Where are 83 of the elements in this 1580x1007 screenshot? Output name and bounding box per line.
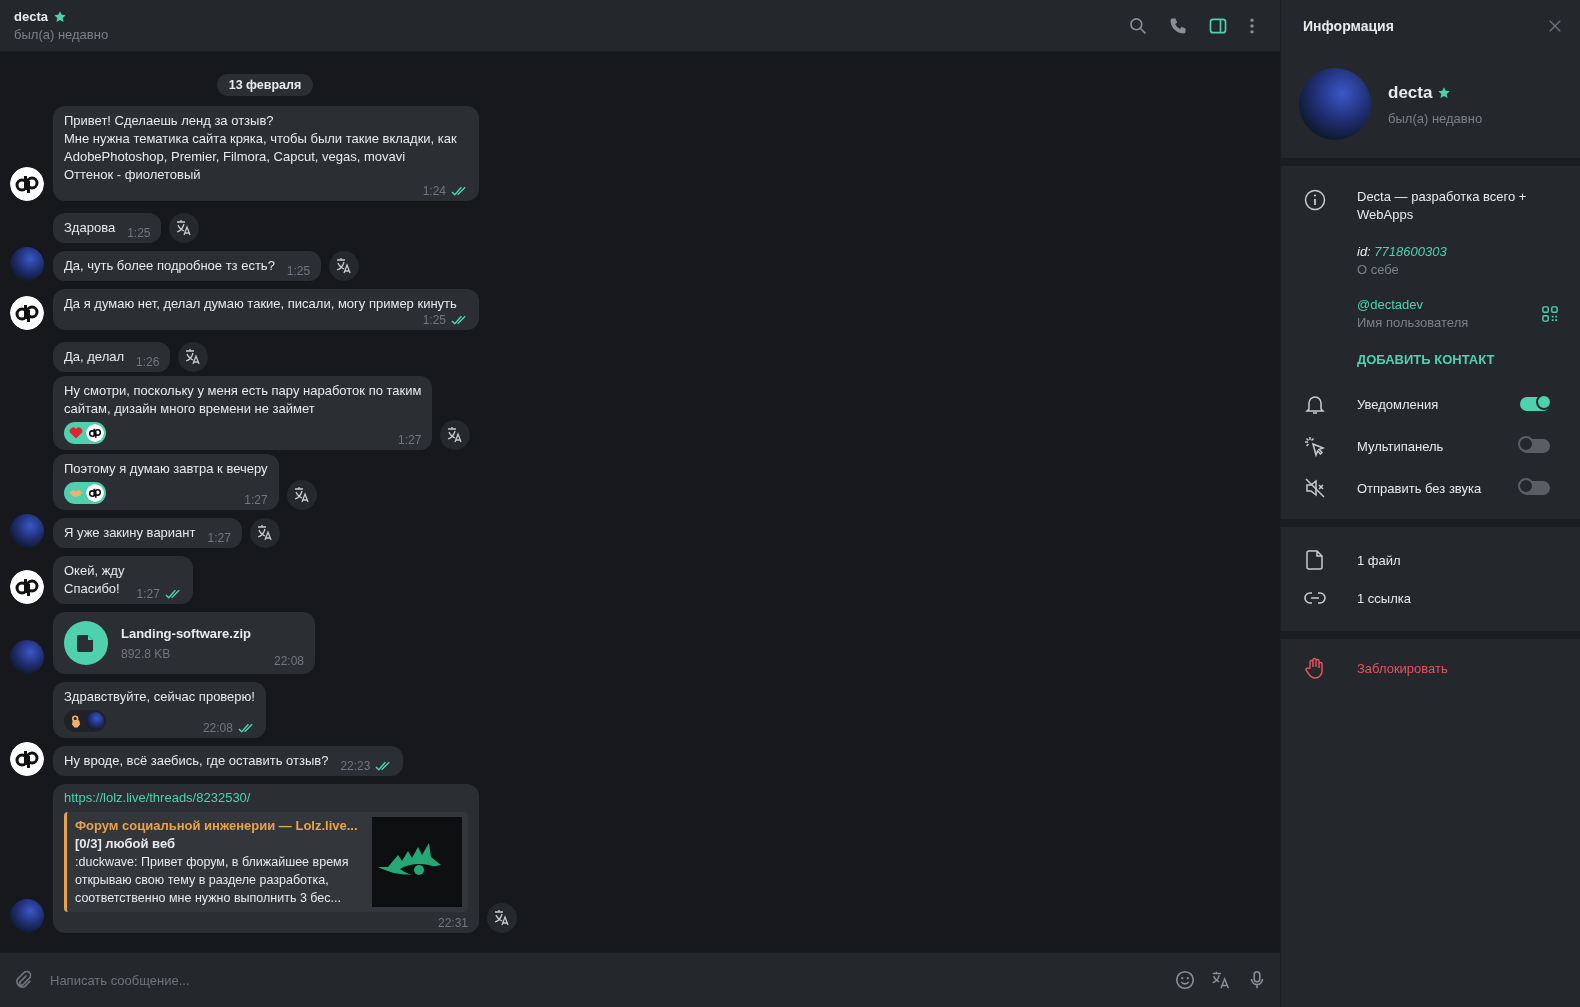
message-text: Ну смотри, поскольку у меня есть пару наработок по таким сайтам, дизайн много времени не займет xyxy=(64,382,422,418)
toggle-switch[interactable] xyxy=(1520,439,1550,453)
message-time: 22:08 xyxy=(202,721,233,735)
reaction-chip[interactable] xyxy=(64,482,106,504)
cursor-click-icon xyxy=(1303,434,1327,458)
bio-caption: О себе xyxy=(1357,262,1400,277)
translate-icon[interactable] xyxy=(286,480,317,510)
contact-name[interactable]: decta xyxy=(14,9,48,24)
reaction-chip[interactable] xyxy=(64,422,106,444)
message-text: Ну вроде, всё заебись, где оставить отзыв? xyxy=(64,752,329,770)
message-time: 1:27 xyxy=(207,531,231,545)
file-icon[interactable] xyxy=(64,621,108,665)
avatar-picture xyxy=(86,712,104,730)
contact-status: был(а) недавно xyxy=(14,27,109,42)
file-size: 892.8 KB xyxy=(121,646,172,661)
logo-avatar[interactable] xyxy=(10,570,44,604)
translate-icon[interactable] xyxy=(169,213,200,243)
username-caption: Имя пользователя xyxy=(1357,315,1469,330)
profile-status: был(а) недавно xyxy=(1388,110,1483,126)
message-time: 22:08 xyxy=(273,654,304,668)
translate-icon[interactable] xyxy=(440,420,471,450)
avatar-picture[interactable] xyxy=(10,899,44,933)
message-text: Привет! Сделаешь ленд за отзыв? Мне нужна тематика сайта кряка, чтобы были такие вкладки, как AdobePhotoshop, Premier, Filmora, Capcut, vegas, movavi Оттенок - фиолетовый xyxy=(64,112,458,184)
setting-label: Отправить без звука xyxy=(1357,480,1483,496)
info-icon xyxy=(1303,188,1327,212)
close-icon[interactable] xyxy=(1548,19,1562,33)
logo-avatar[interactable] xyxy=(10,167,44,201)
heart-icon xyxy=(68,425,84,441)
translate-icon[interactable] xyxy=(487,903,517,933)
date-chip: 13 февраля xyxy=(216,74,314,96)
translate-icon[interactable] xyxy=(1210,969,1232,991)
reaction-chip[interactable] xyxy=(64,710,106,732)
setting-label: Уведомления xyxy=(1357,396,1440,412)
message-text: Здарова xyxy=(64,219,116,237)
translate-icon[interactable] xyxy=(249,518,280,548)
message-time: 22:31 xyxy=(437,916,468,930)
message-time: 1:25 xyxy=(286,264,311,278)
logo-avatar xyxy=(86,424,104,442)
qr-code-icon[interactable] xyxy=(1542,305,1558,322)
preview-description: :duckwave: Привет форум, в ближайшее время открываю свою тему в разделе разработка, соответственно мне нужно выполнить 3 бес... xyxy=(75,854,350,907)
block-button[interactable]: Заблокировать xyxy=(1357,660,1558,676)
logo-avatar[interactable] xyxy=(10,742,44,776)
message-link[interactable]: https://lolz.live/threads/8232530/ xyxy=(64,790,468,805)
logo-avatar xyxy=(86,484,104,502)
media-link[interactable]: 1 файл xyxy=(1357,552,1558,568)
search-icon[interactable] xyxy=(1128,15,1148,36)
toggle-switch[interactable] xyxy=(1520,397,1550,411)
message-time: 1:24 xyxy=(422,184,446,198)
file-name[interactable]: Landing-software.zip xyxy=(121,625,261,641)
message-text: Поэтому я думаю завтра к вечеру xyxy=(64,460,268,478)
toggle-switch[interactable] xyxy=(1520,481,1550,495)
message-time: 1:27 xyxy=(244,493,268,507)
setting-label: Мультипанель xyxy=(1357,438,1445,454)
translate-icon[interactable] xyxy=(329,251,360,281)
preview-site: Форум социальной инженерии — Lolz.live... xyxy=(75,817,359,835)
link-preview[interactable]: Форум социальной инженерии — Lolz.live... [0/3] любой веб :duckwave: Привет форум, в ближайшее время открываю свою тему в разделе разработка, соответственно мне нужно выполнить 3 бес... xyxy=(64,812,468,912)
message-text: Да, делал xyxy=(64,348,125,366)
message-time: 1:25 xyxy=(127,226,151,240)
message-text: Здравствуйте, сейчас проверю! xyxy=(64,688,255,706)
message-text: Я уже закину вариант xyxy=(64,524,196,542)
panel-title: Информация xyxy=(1303,18,1394,34)
bio-text: Decta — разработка всего + WebApps xyxy=(1357,188,1528,224)
message-text: Да, чуть более подробное тз есть? xyxy=(64,257,275,275)
username[interactable]: @dectadev xyxy=(1357,297,1469,312)
message-time: 1:27 xyxy=(136,587,160,601)
profile-name: decta xyxy=(1388,82,1433,103)
message-time: 1:27 xyxy=(398,433,422,447)
avatar-picture[interactable] xyxy=(10,514,44,548)
add-contact-button[interactable]: ДОБАВИТЬ КОНТАКТ xyxy=(1357,352,1558,367)
message-time: 22:23 xyxy=(340,759,371,773)
emoji-icon[interactable] xyxy=(1174,969,1196,991)
message-time: 1:25 xyxy=(422,313,446,327)
avatar-picture[interactable] xyxy=(10,247,44,281)
translate-icon[interactable] xyxy=(178,342,209,372)
user-id[interactable]: id: 7718600303 xyxy=(1357,244,1558,259)
message-text: Да я думаю нет, делал думаю такие, писали, могу пример кинуть xyxy=(64,295,458,313)
logo-avatar[interactable] xyxy=(10,296,44,330)
message-time: 1:26 xyxy=(136,355,160,369)
message-text: Окей, жду Спасибо! xyxy=(64,562,125,598)
preview-title: [0/3] любой веб xyxy=(75,835,176,853)
avatar-picture[interactable] xyxy=(10,640,44,674)
muted-speaker-icon xyxy=(1303,476,1327,500)
media-link[interactable]: 1 ссылка xyxy=(1357,590,1558,606)
